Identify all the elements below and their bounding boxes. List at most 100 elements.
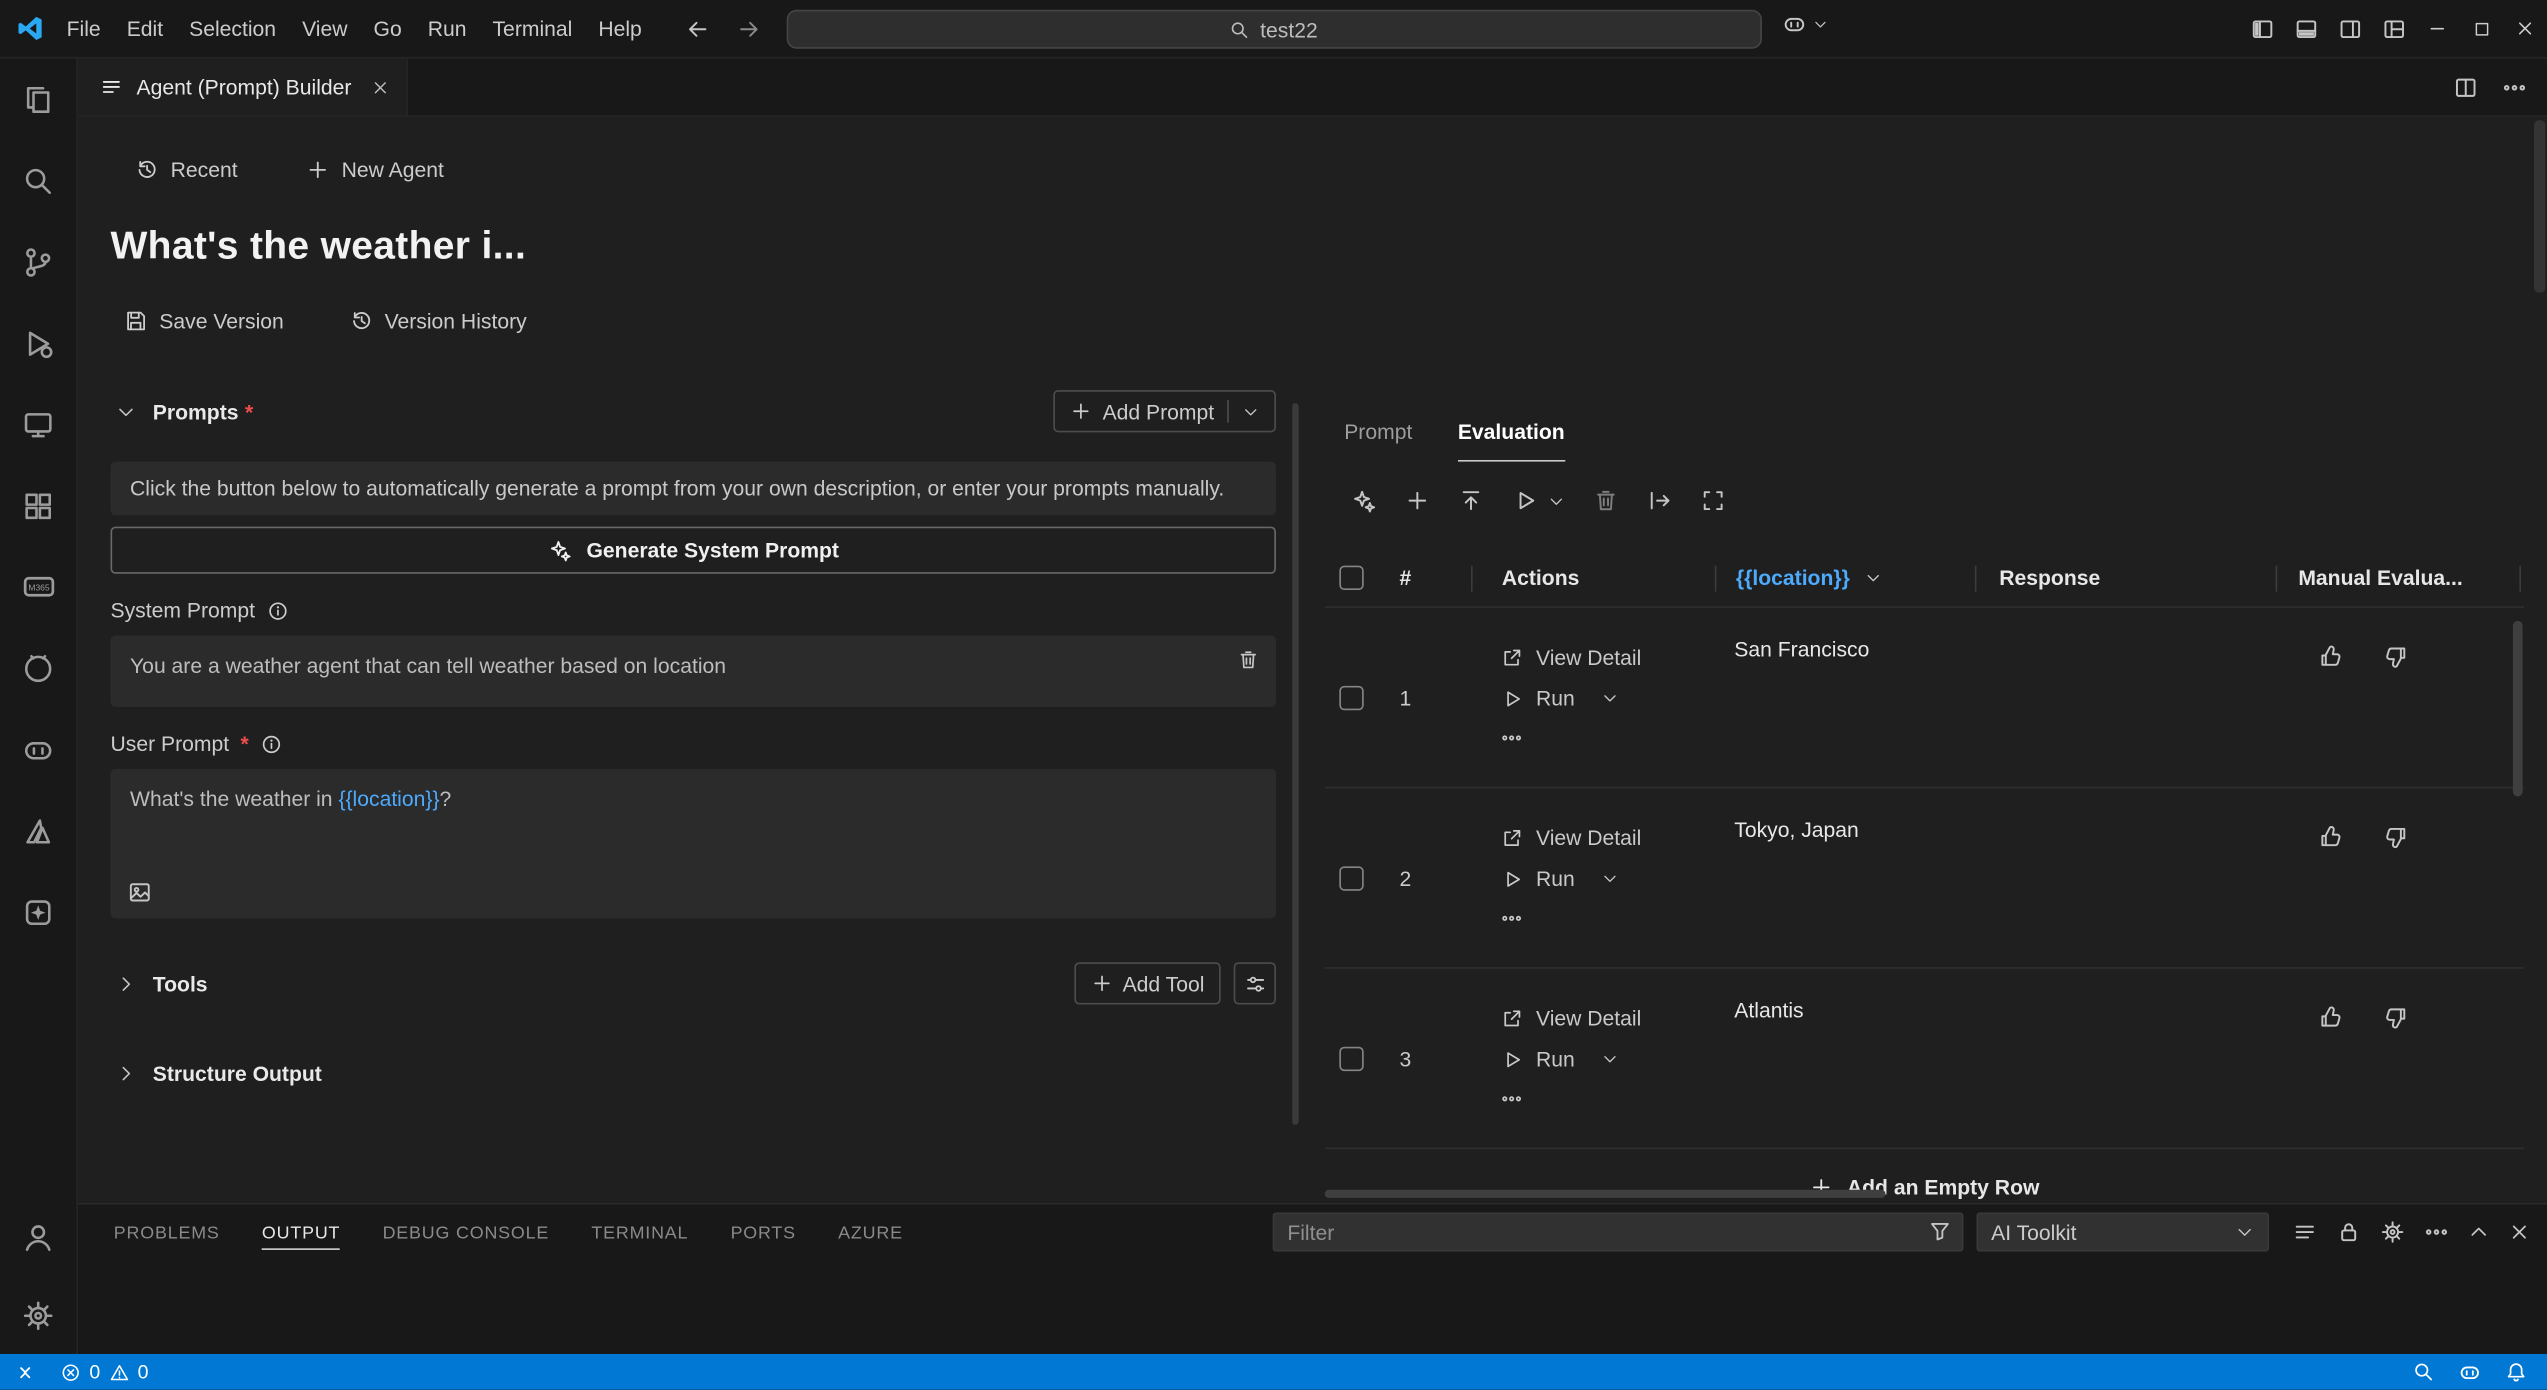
forward-arrow-icon[interactable] <box>736 15 762 41</box>
azure-icon[interactable] <box>0 790 77 871</box>
export-icon[interactable] <box>1647 488 1673 514</box>
row-more-actions-button[interactable] <box>1500 907 1715 930</box>
tab-prompt[interactable]: Prompt <box>1344 419 1412 461</box>
thumbs-down-icon[interactable] <box>2383 824 2409 850</box>
search-icon[interactable] <box>0 140 77 221</box>
thumbs-down-icon[interactable] <box>2383 1004 2409 1030</box>
github-copilot-icon[interactable] <box>0 709 77 790</box>
view-detail-button[interactable]: View Detail <box>1500 826 1715 850</box>
close-window-button[interactable] <box>2503 0 2547 58</box>
info-icon[interactable] <box>266 599 289 622</box>
copilot-menu-button[interactable] <box>1781 11 1828 37</box>
add-row-icon[interactable] <box>1404 488 1430 514</box>
add-tool-button[interactable]: Add Tool <box>1074 962 1221 1004</box>
back-arrow-icon[interactable] <box>684 15 710 41</box>
generate-system-prompt-button[interactable]: Generate System Prompt <box>111 527 1276 574</box>
ai-toolkit-icon[interactable] <box>0 871 77 952</box>
maximize-button[interactable] <box>2459 0 2503 58</box>
row-checkbox[interactable] <box>1339 685 1363 709</box>
output-channel-select[interactable]: AI Toolkit <box>1976 1213 2269 1252</box>
thumbs-up-icon[interactable] <box>2318 1004 2344 1030</box>
toggle-panel-icon[interactable] <box>2284 9 2328 48</box>
tab-agent-prompt-builder[interactable]: Agent (Prompt) Builder <box>78 59 408 116</box>
tools-section-header[interactable]: Tools Add Tool <box>111 962 1276 1004</box>
structure-output-section-header[interactable]: Structure Output <box>111 1052 1276 1094</box>
new-agent-button[interactable]: New Agent <box>306 158 444 182</box>
search-icon[interactable] <box>2412 1360 2435 1383</box>
import-dataset-icon[interactable] <box>1458 488 1484 514</box>
github-icon[interactable] <box>0 627 77 708</box>
tab-ports[interactable]: PORTS <box>731 1216 796 1250</box>
bell-icon[interactable] <box>2505 1360 2528 1383</box>
add-prompt-button[interactable]: Add Prompt <box>1054 390 1276 432</box>
save-version-button[interactable]: Save Version <box>124 309 284 333</box>
toggle-secondary-sidebar-icon[interactable] <box>2328 9 2372 48</box>
run-debug-icon[interactable] <box>0 302 77 383</box>
run-row-button[interactable]: Run <box>1500 686 1715 710</box>
minimize-button[interactable] <box>2415 0 2459 58</box>
thumbs-up-icon[interactable] <box>2318 644 2344 670</box>
trash-icon[interactable] <box>1237 649 1260 672</box>
extensions-icon[interactable] <box>0 465 77 546</box>
list-icon[interactable] <box>2292 1219 2318 1245</box>
menu-go[interactable]: Go <box>361 9 415 48</box>
prompts-section-header[interactable]: Prompts * Add Prompt <box>111 390 1276 432</box>
menu-help[interactable]: Help <box>585 9 654 48</box>
m365-toolkit-icon[interactable]: M365 <box>0 546 77 627</box>
prompts-scrollbar[interactable] <box>1292 403 1299 1125</box>
menu-view[interactable]: View <box>289 9 360 48</box>
info-icon[interactable] <box>260 732 283 755</box>
more-actions-icon[interactable] <box>2423 1219 2449 1245</box>
row-checkbox[interactable] <box>1339 866 1363 890</box>
chevron-up-icon[interactable] <box>2467 1221 2490 1244</box>
problems-status[interactable]: 0 0 <box>50 1354 158 1390</box>
thumbs-up-icon[interactable] <box>2318 824 2344 850</box>
menu-edit[interactable]: Edit <box>114 9 176 48</box>
tab-azure[interactable]: AZURE <box>838 1216 903 1250</box>
view-detail-button[interactable]: View Detail <box>1500 645 1715 669</box>
gear-icon[interactable] <box>2380 1219 2406 1245</box>
delete-rows-icon[interactable] <box>1593 488 1619 514</box>
header-location[interactable]: {{location}} <box>1715 565 1975 591</box>
table-vertical-scrollbar[interactable] <box>2513 621 2523 797</box>
tab-debug-console[interactable]: DEBUG CONSOLE <box>383 1216 550 1250</box>
tab-evaluation[interactable]: Evaluation <box>1458 419 1565 461</box>
fullscreen-icon[interactable] <box>1700 488 1726 514</box>
select-all-checkbox[interactable] <box>1339 566 1363 590</box>
menu-terminal[interactable]: Terminal <box>479 9 585 48</box>
view-detail-button[interactable]: View Detail <box>1500 1006 1715 1030</box>
more-actions-icon[interactable] <box>2501 74 2527 100</box>
run-all-button[interactable] <box>1512 488 1566 514</box>
tab-output[interactable]: OUTPUT <box>262 1216 340 1250</box>
remote-explorer-icon[interactable] <box>0 384 77 465</box>
generate-data-sparkle-icon[interactable] <box>1351 488 1377 514</box>
explorer-icon[interactable] <box>0 59 77 140</box>
command-center-search[interactable]: test22 <box>786 10 1761 49</box>
remote-indicator[interactable] <box>0 1354 50 1390</box>
thumbs-down-icon[interactable] <box>2383 644 2409 670</box>
row-checkbox[interactable] <box>1339 1046 1363 1070</box>
editor-scrollbar[interactable] <box>2534 120 2545 292</box>
customize-layout-icon[interactable] <box>2371 9 2415 48</box>
copilot-icon[interactable] <box>2458 1360 2482 1384</box>
settings-gear-icon[interactable] <box>0 1276 77 1354</box>
output-filter-input[interactable] <box>1273 1213 1964 1252</box>
tool-settings-button[interactable] <box>1234 962 1276 1004</box>
lock-icon[interactable] <box>2336 1219 2362 1245</box>
table-horizontal-scrollbar[interactable] <box>1325 1190 1886 1198</box>
user-prompt-input[interactable]: What's the weather in {{location}}? <box>111 769 1276 919</box>
run-row-button[interactable]: Run <box>1500 1047 1715 1071</box>
tab-terminal[interactable]: TERMINAL <box>591 1216 688 1250</box>
accounts-icon[interactable] <box>0 1198 77 1276</box>
recent-button[interactable]: Recent <box>135 158 238 182</box>
source-control-icon[interactable] <box>0 221 77 302</box>
tab-problems[interactable]: PROBLEMS <box>114 1216 220 1250</box>
run-row-button[interactable]: Run <box>1500 866 1715 890</box>
close-panel-icon[interactable] <box>2508 1221 2531 1244</box>
toggle-primary-sidebar-icon[interactable] <box>2240 9 2284 48</box>
menu-selection[interactable]: Selection <box>176 9 289 48</box>
row-more-actions-button[interactable] <box>1500 1087 1715 1110</box>
row-more-actions-button[interactable] <box>1500 727 1715 750</box>
system-prompt-input[interactable]: You are a weather agent that can tell we… <box>111 636 1276 708</box>
menu-run[interactable]: Run <box>415 9 480 48</box>
